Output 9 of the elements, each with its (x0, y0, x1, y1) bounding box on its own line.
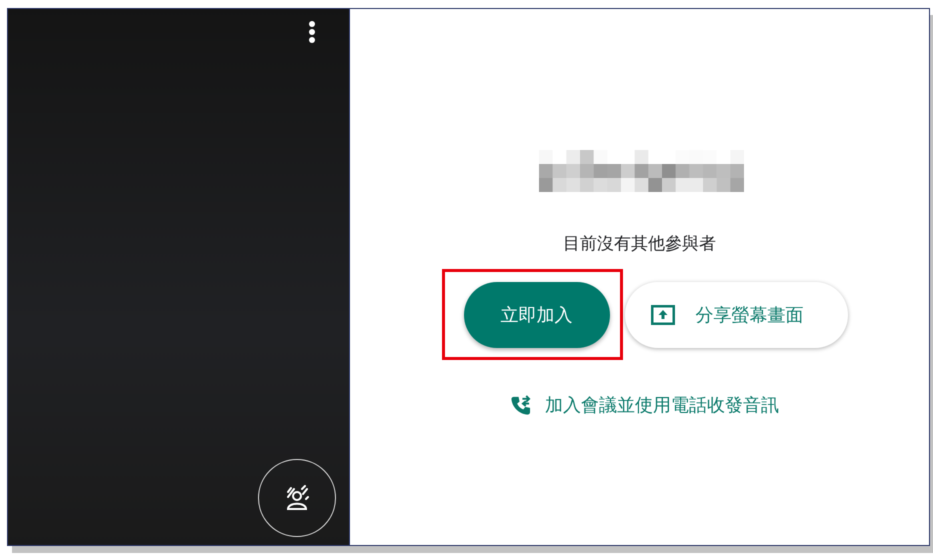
share-screen-button[interactable]: 分享螢幕畫面 (624, 282, 848, 348)
phone-forward-icon (510, 394, 531, 416)
upload-screen-icon (650, 304, 674, 324)
join-now-button[interactable]: 立即加入 (464, 282, 610, 348)
person-effects-icon (284, 485, 310, 511)
status-text: 目前沒有其他參與者 (563, 233, 716, 255)
phone-audio-link[interactable]: 加入會議並使用電話收發音訊 (510, 393, 779, 417)
visual-effects-button[interactable] (258, 459, 336, 537)
more-options-icon[interactable] (308, 20, 316, 44)
